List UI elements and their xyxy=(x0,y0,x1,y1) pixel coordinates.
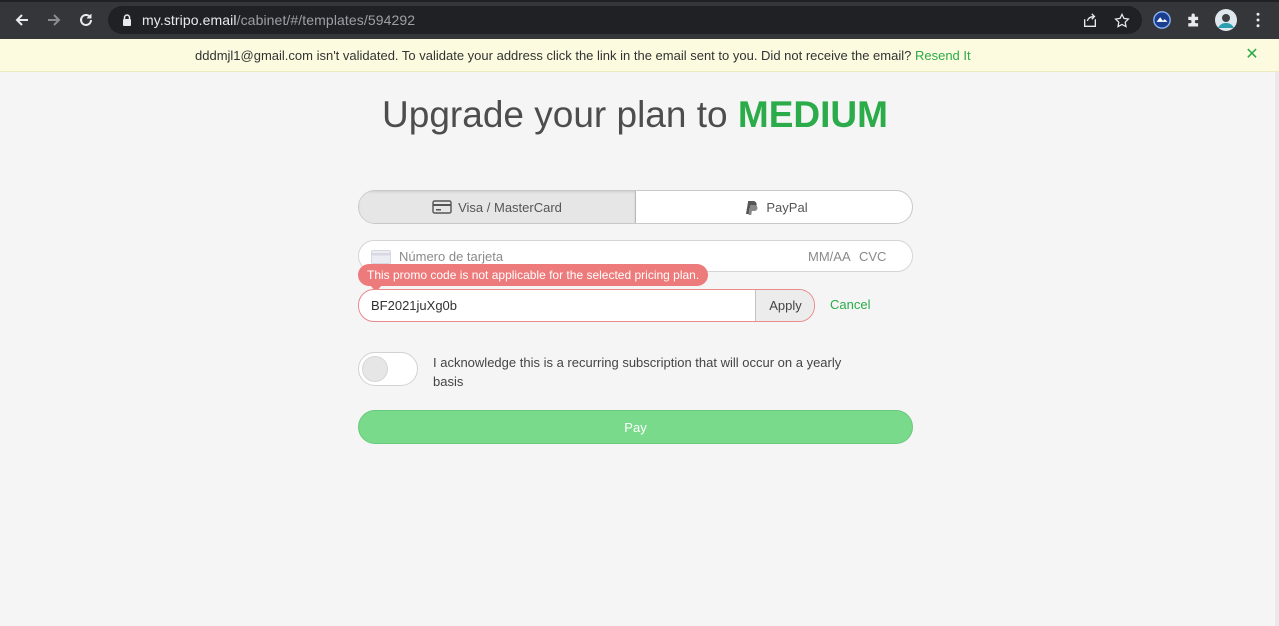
tab-paypal[interactable]: PayPal xyxy=(636,191,912,223)
resend-link[interactable]: Resend It xyxy=(915,48,971,63)
recurring-subscription-toggle[interactable] xyxy=(358,352,418,386)
promo-error-tooltip: This promo code is not applicable for th… xyxy=(358,264,709,292)
forward-icon[interactable] xyxy=(42,8,66,32)
cancel-link[interactable]: Cancel xyxy=(830,297,870,312)
star-icon[interactable] xyxy=(1113,12,1131,30)
paypal-icon xyxy=(746,201,758,215)
extension-icon[interactable] xyxy=(1151,9,1173,31)
share-icon[interactable] xyxy=(1081,12,1099,30)
acknowledge-text: I acknowledge this is a recurring subscr… xyxy=(433,355,842,389)
tab-strip-edge xyxy=(0,0,1279,2)
notice-message: dddmjl1@gmail.com isn't validated. To va… xyxy=(195,48,971,63)
reload-icon[interactable] xyxy=(74,8,98,32)
address-bar[interactable]: my.stripo.email/cabinet/#/templates/5942… xyxy=(108,6,1142,34)
payment-method-tabs: Visa / MasterCard PayPal xyxy=(358,190,913,224)
close-icon[interactable]: ✕ xyxy=(1244,46,1260,63)
promo-code-input[interactable] xyxy=(359,290,755,321)
toggle-knob xyxy=(362,356,388,382)
puzzle-icon[interactable] xyxy=(1183,9,1205,31)
url-host: my.stripo.email xyxy=(142,12,237,28)
promo-error-text: This promo code is not applicable for th… xyxy=(367,268,700,282)
back-icon[interactable] xyxy=(10,8,34,32)
credit-card-icon xyxy=(432,200,452,214)
profile-avatar[interactable] xyxy=(1215,9,1237,31)
card-placeholder-icon xyxy=(371,250,391,264)
email-validation-notice: dddmjl1@gmail.com isn't validated. To va… xyxy=(0,39,1279,72)
expiry-placeholder[interactable]: MM/AA xyxy=(808,249,851,264)
url-path: /cabinet/#/templates/594292 xyxy=(236,12,416,28)
tab-visa-mastercard[interactable]: Visa / MasterCard xyxy=(359,191,636,223)
plan-name: MEDIUM xyxy=(737,94,888,135)
page-title: Upgrade your plan to MEDIUM xyxy=(0,94,1270,136)
tab-label: PayPal xyxy=(766,199,808,215)
url-text: my.stripo.email/cabinet/#/templates/5942… xyxy=(142,12,415,28)
tab-label: Visa / MasterCard xyxy=(458,199,562,215)
apply-button[interactable]: Apply xyxy=(755,290,814,321)
cvc-placeholder[interactable]: CVC xyxy=(859,249,886,264)
menu-icon[interactable] xyxy=(1247,9,1269,31)
browser-toolbar: my.stripo.email/cabinet/#/templates/5942… xyxy=(0,0,1279,39)
notice-text: dddmjl1@gmail.com isn't validated. To va… xyxy=(195,48,915,63)
card-number-placeholder[interactable]: Número de tarjeta xyxy=(399,249,503,264)
lock-icon[interactable] xyxy=(120,13,134,27)
promo-code-group: Apply xyxy=(358,289,815,322)
page-scrollbar[interactable] xyxy=(1275,72,1279,626)
pay-button[interactable]: Pay xyxy=(358,410,913,444)
title-prefix: Upgrade your plan to xyxy=(382,94,738,135)
